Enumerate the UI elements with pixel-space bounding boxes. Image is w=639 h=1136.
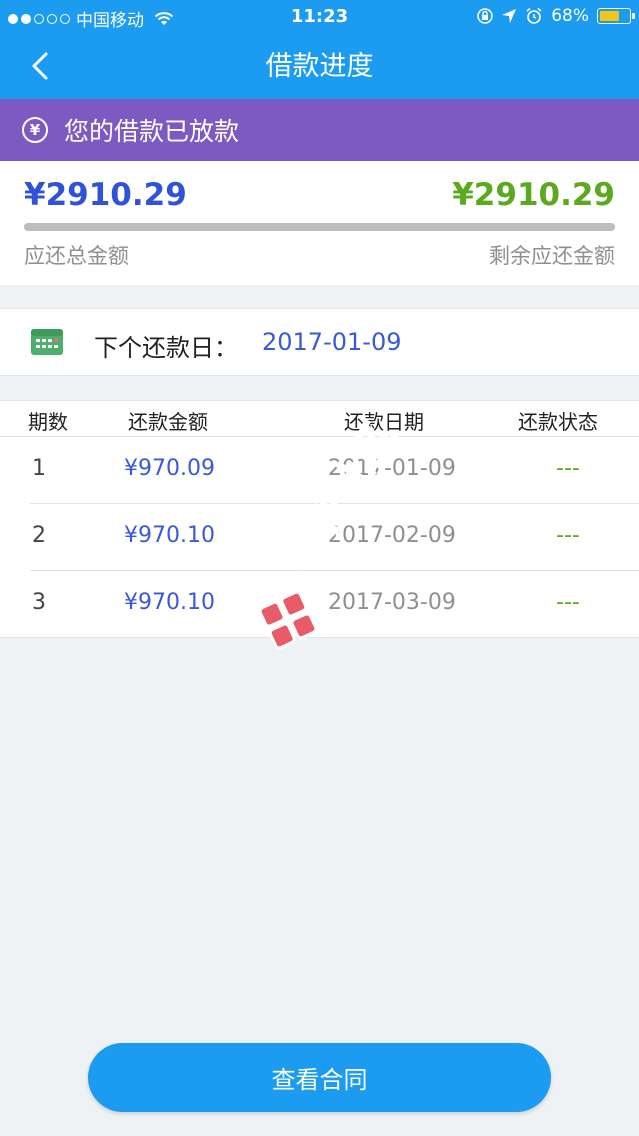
row-amount: ¥970.10 (124, 523, 215, 548)
table-header: 期数 还款金额 还款日期 还款状态 (0, 401, 639, 437)
loan-status-text: 您的借款已放款 (64, 117, 240, 146)
view-contract-button[interactable]: 查看合同 (88, 1043, 551, 1112)
header-amount: 还款金额 (128, 410, 208, 434)
header-status: 还款状态 (518, 410, 598, 434)
row-status: --- (556, 456, 580, 481)
calendar-icon (31, 329, 63, 355)
row-amount: ¥970.10 (124, 590, 215, 615)
row-period: 2 (32, 523, 46, 548)
alarm-icon (526, 7, 542, 24)
row-amount: ¥970.09 (124, 456, 215, 481)
remaining-amount-label: 剩余应还金额 (489, 244, 615, 268)
orientation-lock-icon (477, 8, 493, 24)
remaining-amount: ¥2910.29 (452, 177, 615, 213)
loan-status-banner: ¥ 您的借款已放款 (0, 99, 639, 161)
amount-card: ¥2910.29 ¥2910.29 应还总金额 剩余应还金额 (0, 161, 639, 285)
next-payment-label: 下个还款日： (94, 334, 238, 362)
row-status: --- (556, 590, 580, 615)
chevron-left-icon (32, 52, 48, 80)
repayment-progress-bar (24, 223, 615, 231)
row-period: 3 (32, 590, 46, 615)
row-period: 1 (32, 456, 46, 481)
status-bar: 中国移动 11:23 68% (0, 0, 639, 34)
repayment-progress-fill (24, 223, 615, 231)
row-date: 2017-03-09 (328, 590, 456, 615)
yen-circle-icon: ¥ (22, 117, 48, 143)
header-period: 期数 (28, 410, 68, 434)
battery-level-fill (600, 11, 620, 21)
back-button[interactable] (20, 46, 60, 86)
navigation-bar: 借款进度 (0, 34, 639, 99)
location-icon (502, 9, 517, 23)
next-payment-card: 下个还款日： 2017-01-09 (0, 308, 639, 376)
total-amount: ¥2910.29 (24, 177, 187, 213)
total-amount-label: 应还总金额 (24, 244, 129, 268)
row-status: --- (556, 523, 580, 548)
page-title: 借款进度 (265, 51, 374, 82)
status-right: 68% (477, 6, 635, 26)
top-bar: 中国移动 11:23 68% 借款进度 (0, 0, 639, 99)
battery-icon (597, 8, 635, 24)
battery-percent: 68% (551, 6, 589, 26)
next-payment-date: 2017-01-09 (262, 328, 402, 356)
